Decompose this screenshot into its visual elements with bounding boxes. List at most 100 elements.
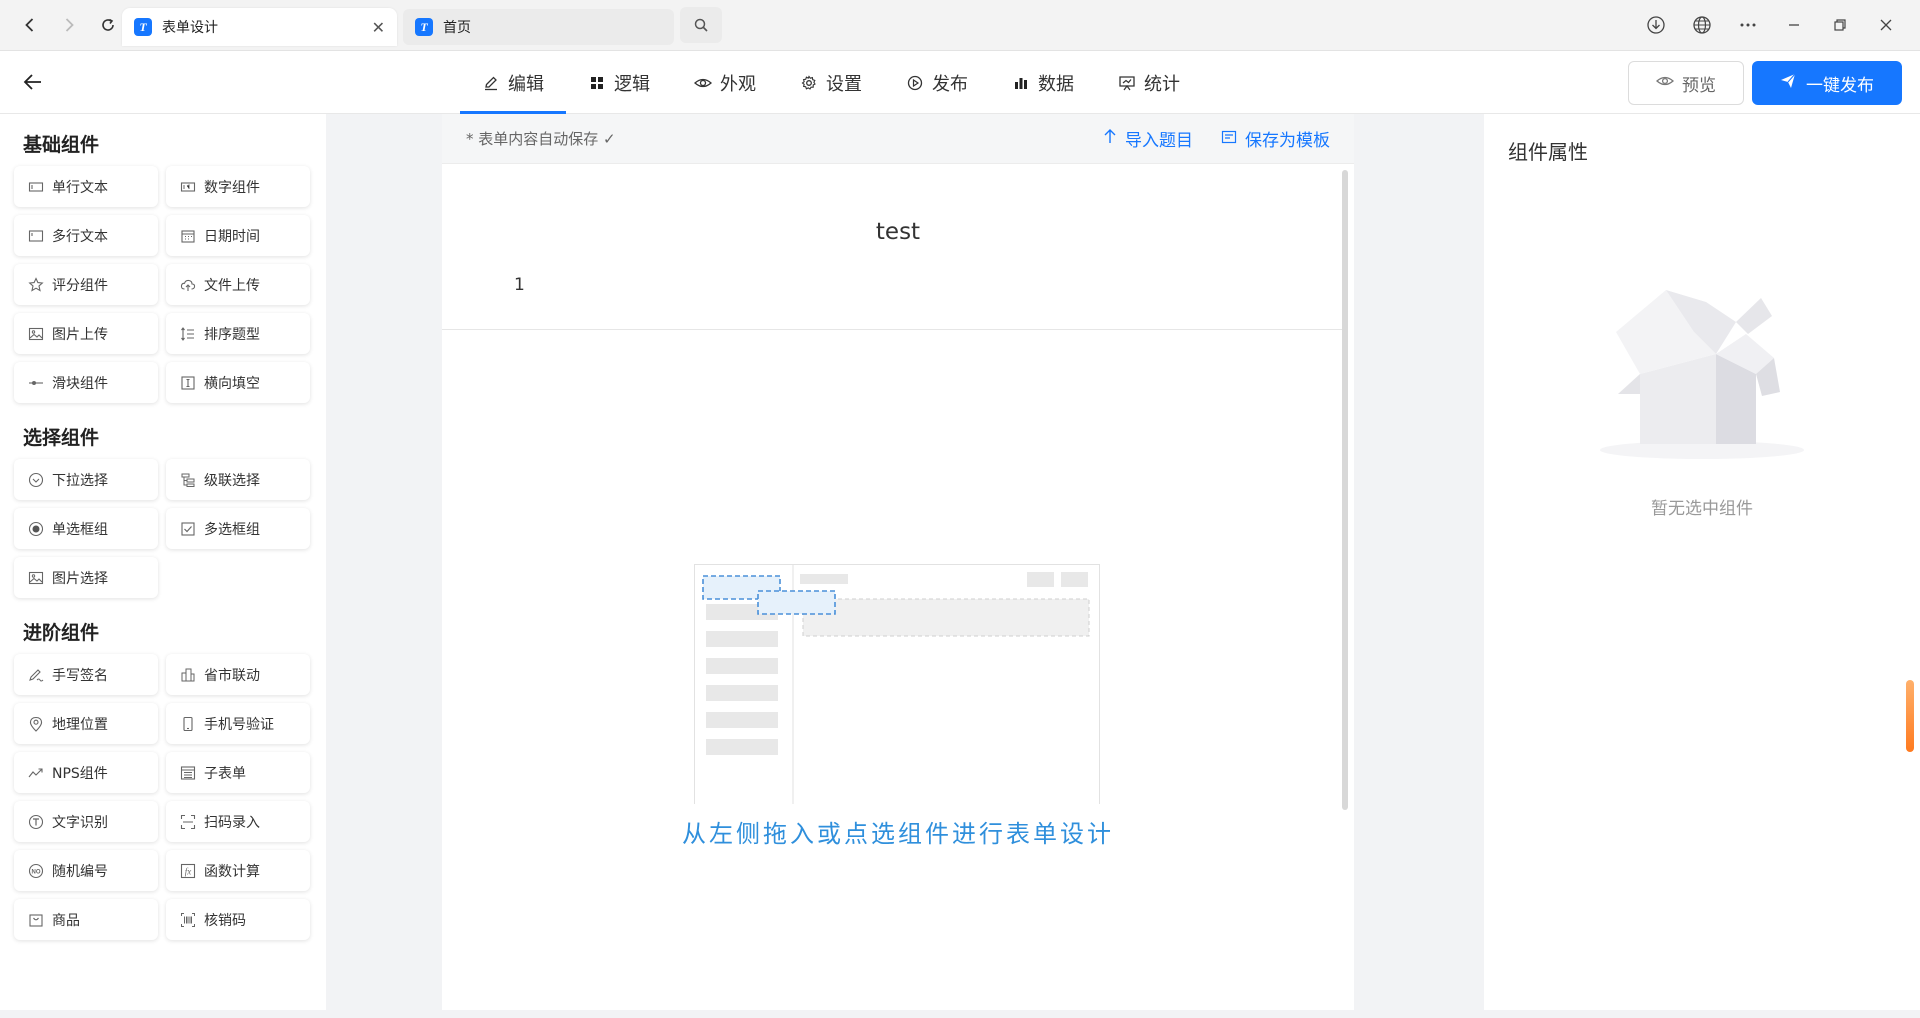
grid-icon: [588, 74, 606, 92]
arrow-up-icon: [1103, 128, 1117, 149]
browser-tab-home[interactable]: T 首页: [403, 9, 674, 45]
tab-label: 发布: [932, 73, 968, 95]
select-components: 下拉选择 级联选择 单选框组 多选框组 图片选择: [14, 459, 312, 598]
group-title-basic: 基础组件: [23, 134, 100, 156]
phone-icon: [180, 716, 196, 732]
barcode-icon: [180, 912, 196, 928]
browser-tab-form-design[interactable]: T 表单设计 ✕: [122, 8, 397, 46]
component-rating[interactable]: 评分组件: [14, 264, 158, 305]
component-scan-input[interactable]: 扫码录入: [166, 801, 310, 842]
radio-icon: [28, 521, 44, 537]
more-icon[interactable]: [1736, 13, 1760, 37]
component-label: 数字组件: [204, 179, 260, 196]
browser-bar: T 表单设计 ✕ T 首页: [0, 0, 1920, 51]
component-slider[interactable]: 滑块组件: [14, 362, 158, 403]
tab-data[interactable]: 数据: [990, 51, 1096, 114]
form-description[interactable]: 1: [514, 275, 1354, 299]
restore-icon[interactable]: [1828, 13, 1852, 37]
sort-list-icon: [180, 326, 196, 342]
location-pin-icon: [28, 716, 44, 732]
component-region[interactable]: 省市联动: [166, 654, 310, 695]
preview-label: 预览: [1682, 75, 1716, 96]
component-image-upload[interactable]: 图片上传: [14, 313, 158, 354]
component-signature[interactable]: 手写签名: [14, 654, 158, 695]
tab-logic[interactable]: 逻辑: [566, 51, 672, 114]
number-input-icon: [180, 179, 196, 195]
window-close-icon[interactable]: [1874, 13, 1898, 37]
search-icon[interactable]: [680, 7, 722, 43]
gear-icon: [800, 74, 818, 92]
side-drawer-handle[interactable]: [1906, 680, 1914, 752]
back-arrow-icon[interactable]: [18, 67, 48, 97]
component-nps[interactable]: NPS组件: [14, 752, 158, 793]
chevron-circle-icon: [28, 472, 44, 488]
canvas-scrollbar[interactable]: [1342, 170, 1348, 810]
component-product[interactable]: 商品: [14, 899, 158, 940]
tab-publish[interactable]: 发布: [884, 51, 990, 114]
component-number[interactable]: 数字组件: [166, 166, 310, 207]
publish-button[interactable]: 一键发布: [1752, 61, 1902, 105]
close-icon[interactable]: ✕: [372, 18, 385, 37]
basic-components: 单行文本 数字组件 多行文本 日期时间 评分组件 文件上传 图片上传 排序题型 …: [14, 166, 312, 403]
download-icon[interactable]: [1644, 13, 1668, 37]
component-dropdown[interactable]: 下拉选择: [14, 459, 158, 500]
template-icon: [1221, 129, 1237, 149]
tab-settings[interactable]: 设置: [778, 51, 884, 114]
component-function-calc[interactable]: fx 函数计算: [166, 850, 310, 891]
minimize-icon[interactable]: [1782, 13, 1806, 37]
component-location[interactable]: 地理位置: [14, 703, 158, 744]
autosave-status: * 表单内容自动保存 ✓: [466, 130, 616, 148]
tab-statistics[interactable]: 统计: [1096, 51, 1202, 114]
component-multi-line-text[interactable]: 多行文本: [14, 215, 158, 256]
app-logo-icon: T: [134, 18, 152, 36]
preview-button[interactable]: 预览: [1628, 61, 1744, 105]
component-label: 手写签名: [52, 667, 108, 684]
component-cascader[interactable]: 级联选择: [166, 459, 310, 500]
browser-reload-icon[interactable]: [93, 10, 122, 40]
component-label: 日期时间: [204, 228, 260, 245]
main-tabs: 编辑 逻辑 外观 设置 发布 数据 统计: [460, 51, 1202, 114]
design-canvas: * 表单内容自动保存 ✓ 导入题目 保存为模板 test 1 从左侧拖入或点选组…: [326, 114, 1484, 1010]
component-single-line-text[interactable]: 单行文本: [14, 166, 158, 207]
import-questions-button[interactable]: 导入题目: [1103, 126, 1193, 151]
save-template-button[interactable]: 保存为模板: [1221, 126, 1330, 151]
component-image-select[interactable]: 图片选择: [14, 557, 158, 598]
empty-canvas-hint: 从左侧拖入或点选组件进行表单设计: [682, 820, 1114, 848]
browser-tab-label: 表单设计: [162, 20, 218, 36]
image-icon: [28, 326, 44, 342]
tab-appearance[interactable]: 外观: [672, 51, 778, 114]
browser-nav: [0, 10, 122, 40]
svg-text:fx: fx: [185, 866, 192, 876]
tab-edit[interactable]: 编辑: [460, 51, 566, 114]
component-datetime[interactable]: 日期时间: [166, 215, 310, 256]
component-ocr[interactable]: 文字识别: [14, 801, 158, 842]
text-recognition-icon: [28, 814, 44, 830]
tab-label: 编辑: [508, 73, 544, 95]
globe-icon[interactable]: [1690, 13, 1714, 37]
properties-panel: 组件属性 暂无选中组件: [1484, 114, 1920, 1010]
component-label: 滑块组件: [52, 375, 108, 392]
app-logo-icon: T: [415, 18, 433, 36]
image-icon: [28, 570, 44, 586]
component-checkbox-group[interactable]: 多选框组: [166, 508, 310, 549]
component-file-upload[interactable]: 文件上传: [166, 264, 310, 305]
form-title[interactable]: test: [442, 219, 1354, 251]
eye-icon: [694, 74, 712, 92]
tab-label: 外观: [720, 73, 756, 95]
component-label: 商品: [52, 912, 80, 929]
eye-icon: [1656, 73, 1674, 93]
component-verify-code[interactable]: 核销码: [166, 899, 310, 940]
component-phone-verify[interactable]: 手机号验证: [166, 703, 310, 744]
component-label: 排序题型: [204, 326, 260, 343]
app-header: 编辑 逻辑 外观 设置 发布 数据 统计 预览 一键发布: [0, 51, 1920, 114]
component-random-number[interactable]: NO 随机编号: [14, 850, 158, 891]
component-label: 下拉选择: [52, 472, 108, 489]
browser-tab-label: 首页: [443, 20, 471, 36]
component-radio-group[interactable]: 单选框组: [14, 508, 158, 549]
component-sort[interactable]: 排序题型: [166, 313, 310, 354]
empty-box-illustration: [1600, 290, 1804, 459]
component-horizontal-fill[interactable]: 横向填空: [166, 362, 310, 403]
component-subform[interactable]: 子表单: [166, 752, 310, 793]
browser-back-icon[interactable]: [16, 10, 45, 40]
browser-forward-icon[interactable]: [55, 10, 84, 40]
